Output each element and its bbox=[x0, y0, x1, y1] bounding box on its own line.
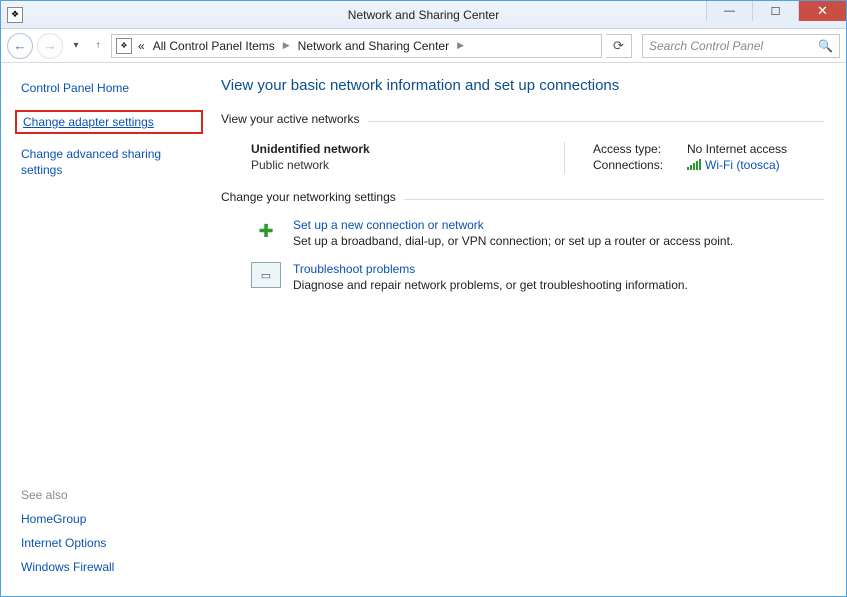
toolbar: ← → ▾ ↑ ❖ « All Control Panel Items ▶ Ne… bbox=[1, 29, 846, 63]
wifi-signal-icon bbox=[687, 159, 701, 170]
minimize-button[interactable]: — bbox=[706, 1, 752, 21]
see-also-homegroup[interactable]: HomeGroup bbox=[21, 512, 197, 526]
setup-connection-link[interactable]: Set up a new connection or network bbox=[293, 218, 733, 232]
history-dropdown[interactable]: ▾ bbox=[67, 35, 85, 57]
search-icon: 🔍 bbox=[818, 39, 833, 53]
app-icon: ❖ bbox=[7, 7, 23, 23]
active-network-row: Unidentified network Public network Acce… bbox=[221, 140, 824, 190]
close-button[interactable]: ✕ bbox=[798, 1, 846, 21]
access-type-value: No Internet access bbox=[687, 142, 787, 156]
option-setup-connection: ✚ Set up a new connection or network Set… bbox=[251, 218, 824, 248]
change-advanced-sharing-link[interactable]: Change advanced sharing settings bbox=[21, 146, 197, 178]
see-also-windows-firewall[interactable]: Windows Firewall bbox=[21, 560, 197, 574]
troubleshoot-icon: ▭ bbox=[251, 262, 281, 288]
active-networks-label: View your active networks bbox=[221, 112, 360, 126]
address-bar[interactable]: ❖ « All Control Panel Items ▶ Network an… bbox=[111, 34, 602, 58]
see-also-header: See also bbox=[21, 488, 197, 502]
connection-link[interactable]: Wi-Fi (toosca) bbox=[687, 158, 780, 172]
control-panel-home-link[interactable]: Control Panel Home bbox=[21, 81, 197, 95]
connections-label: Connections: bbox=[593, 158, 679, 172]
divider bbox=[404, 199, 824, 200]
network-type: Public network bbox=[251, 158, 370, 172]
page-heading: View your basic network information and … bbox=[221, 77, 824, 94]
back-button[interactable]: ← bbox=[7, 33, 33, 59]
change-adapter-settings-link[interactable]: Change adapter settings bbox=[23, 115, 154, 129]
troubleshoot-desc: Diagnose and repair network problems, or… bbox=[293, 278, 688, 292]
networking-options: ✚ Set up a new connection or network Set… bbox=[221, 218, 824, 292]
up-button[interactable]: ↑ bbox=[89, 35, 107, 57]
window-controls: — ☐ ✕ bbox=[706, 1, 846, 21]
access-type-label: Access type: bbox=[593, 142, 679, 156]
setup-connection-icon: ✚ bbox=[251, 218, 281, 244]
forward-button[interactable]: → bbox=[37, 33, 63, 59]
main-panel: View your basic network information and … bbox=[211, 63, 846, 596]
network-icon: ❖ bbox=[116, 38, 132, 54]
troubleshoot-link[interactable]: Troubleshoot problems bbox=[293, 262, 688, 276]
network-identity: Unidentified network Public network bbox=[251, 142, 370, 174]
window-title: Network and Sharing Center bbox=[348, 8, 499, 22]
titlebar: ❖ Network and Sharing Center — ☐ ✕ bbox=[1, 1, 846, 29]
see-also-internet-options[interactable]: Internet Options bbox=[21, 536, 197, 550]
chevron-right-icon: ▶ bbox=[455, 40, 466, 51]
breadcrumb-all-items[interactable]: All Control Panel Items bbox=[151, 38, 277, 54]
active-networks-header-row: View your active networks bbox=[221, 112, 824, 130]
refresh-button[interactable]: ⟳ bbox=[606, 34, 632, 58]
see-also-section: See also HomeGroup Internet Options Wind… bbox=[21, 488, 197, 584]
change-settings-label: Change your networking settings bbox=[221, 190, 396, 204]
connection-name[interactable]: Wi-Fi (toosca) bbox=[705, 158, 780, 172]
change-settings-header-row: Change your networking settings bbox=[221, 190, 824, 208]
breadcrumb-root[interactable]: « bbox=[136, 38, 147, 54]
search-placeholder: Search Control Panel bbox=[649, 39, 763, 53]
maximize-button[interactable]: ☐ bbox=[752, 1, 798, 21]
content: Control Panel Home Change adapter settin… bbox=[1, 63, 846, 596]
chevron-right-icon: ▶ bbox=[281, 40, 292, 51]
search-input[interactable]: Search Control Panel 🔍 bbox=[642, 34, 840, 58]
network-name: Unidentified network bbox=[251, 142, 370, 156]
network-details: Access type: No Internet access Connecti… bbox=[564, 142, 824, 174]
breadcrumb-current[interactable]: Network and Sharing Center bbox=[296, 38, 451, 54]
setup-connection-desc: Set up a broadband, dial-up, or VPN conn… bbox=[293, 234, 733, 248]
divider bbox=[368, 121, 824, 122]
sidebar: Control Panel Home Change adapter settin… bbox=[1, 63, 211, 596]
option-troubleshoot: ▭ Troubleshoot problems Diagnose and rep… bbox=[251, 262, 824, 292]
highlighted-link-box: Change adapter settings bbox=[15, 110, 203, 134]
